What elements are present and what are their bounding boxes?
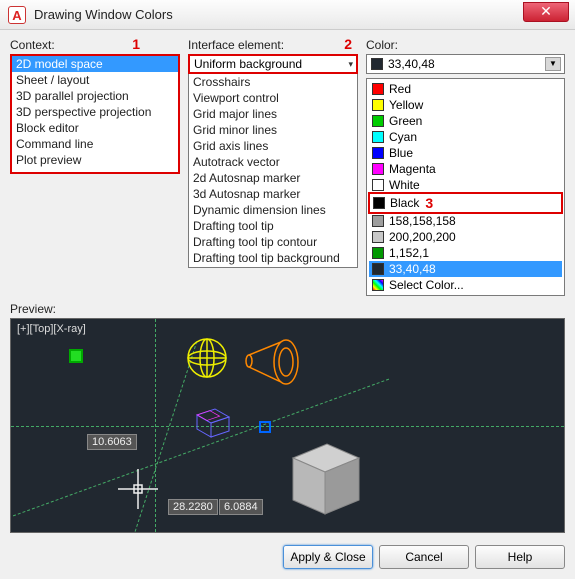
color-item[interactable]: 200,200,200 <box>369 229 562 245</box>
dimension-tag: 28.2280 <box>168 499 218 515</box>
interface-item[interactable]: Grid minor lines <box>189 122 357 138</box>
color-item-label: Black <box>390 196 419 210</box>
context-item[interactable]: 2D model space <box>12 56 178 72</box>
context-label: Context: <box>10 38 180 52</box>
color-item-label: 200,200,200 <box>389 230 456 244</box>
app-icon: A <box>8 6 26 24</box>
autosnap-marker-icon <box>69 349 83 363</box>
context-item[interactable]: Sheet / layout <box>12 72 178 88</box>
context-item[interactable]: 3D perspective projection <box>12 104 178 120</box>
color-swatch <box>372 83 384 95</box>
context-listbox[interactable]: 2D model spaceSheet / layout3D parallel … <box>10 54 180 174</box>
color-item[interactable]: Select Color... <box>369 277 562 293</box>
color-item[interactable]: Magenta <box>369 161 562 177</box>
color-swatch <box>372 231 384 243</box>
close-button[interactable]: ✕ <box>523 2 569 22</box>
dropdown-arrow-icon: ▾ <box>348 59 353 70</box>
interface-item[interactable]: Autotrack vector <box>189 154 357 170</box>
color-item[interactable]: 1,152,1 <box>369 245 562 261</box>
color-label: Color: <box>366 38 565 52</box>
sphere-wireframe-icon <box>186 337 228 379</box>
dimension-tag: 6.0884 <box>219 499 263 515</box>
interface-dropdown[interactable]: Uniform background ▾ <box>188 54 358 74</box>
color-swatch <box>372 179 384 191</box>
interface-item[interactable]: Drafting tool tip contour <box>189 234 357 250</box>
interface-item[interactable]: Grid axis lines <box>189 138 357 154</box>
color-swatch <box>372 131 384 143</box>
color-item-label: Cyan <box>389 130 417 144</box>
color-combobox[interactable]: 33,40,48 ▼ <box>366 54 565 74</box>
color-item[interactable]: Yellow <box>369 97 562 113</box>
shaded-cube-icon <box>281 434 371 524</box>
preview-label: Preview: <box>10 302 565 316</box>
context-item[interactable]: 3D parallel projection <box>12 88 178 104</box>
interface-item[interactable]: Drafting tool tip <box>189 218 357 234</box>
context-item[interactable]: Block editor <box>12 120 178 136</box>
interface-item[interactable]: Grid major lines <box>189 106 357 122</box>
crosshair-icon <box>118 469 158 509</box>
interface-label: Interface element: <box>188 38 358 52</box>
axis-line <box>11 426 564 427</box>
color-item-label: Yellow <box>389 98 423 112</box>
annotation-1: 1 <box>132 36 140 52</box>
color-item-label: Select Color... <box>389 278 464 292</box>
color-swatch <box>372 163 384 175</box>
interface-item[interactable]: 2d Autosnap marker <box>189 170 357 186</box>
color-swatch <box>372 263 384 275</box>
dialog-content: 1 Context: 2D model spaceSheet / layout3… <box>0 30 575 579</box>
color-swatch <box>372 279 384 291</box>
color-swatch <box>372 99 384 111</box>
preview-viewport: [+][Top][X-ray] <box>10 318 565 533</box>
titlebar: A Drawing Window Colors ✕ <box>0 0 575 30</box>
interface-item[interactable]: Dynamic dimension lines <box>189 202 357 218</box>
color-item[interactable]: White <box>369 177 562 193</box>
color-item-label: Blue <box>389 146 413 160</box>
interface-listbox[interactable]: CrosshairsViewport controlGrid major lin… <box>188 74 358 268</box>
current-color-text: 33,40,48 <box>388 57 435 71</box>
cone-wireframe-icon <box>241 337 301 387</box>
color-item[interactable]: Cyan <box>369 129 562 145</box>
context-item[interactable]: Command line <box>12 136 178 152</box>
interface-item[interactable]: Drafting tool tip background <box>189 250 357 266</box>
color-item-label: Magenta <box>389 162 436 176</box>
color-swatch <box>372 247 384 259</box>
color-swatch <box>373 197 385 209</box>
color-swatch <box>372 215 384 227</box>
current-color-swatch <box>371 58 383 70</box>
color-item[interactable]: 158,158,158 <box>369 213 562 229</box>
interface-item[interactable]: Control vertices hull <box>189 266 357 268</box>
color-item[interactable]: Black 3 <box>368 192 563 214</box>
color-item[interactable]: 33,40,48 <box>369 261 562 277</box>
color-list[interactable]: Red Yellow Green Cyan Blue Magenta White Black 3… <box>366 78 565 296</box>
apply-close-button[interactable]: Apply & Close <box>283 545 373 569</box>
button-row: Apply & Close Cancel Help <box>10 545 565 569</box>
color-item-label: 33,40,48 <box>389 262 436 276</box>
cancel-button[interactable]: Cancel <box>379 545 469 569</box>
selection-marker-icon <box>259 421 271 433</box>
color-item-label: White <box>389 178 420 192</box>
annotation-3: 3 <box>425 195 433 211</box>
color-item[interactable]: Green <box>369 113 562 129</box>
interface-item[interactable]: Crosshairs <box>189 74 357 90</box>
interface-item[interactable]: Viewport control <box>189 90 357 106</box>
interface-selected: Uniform background <box>194 57 302 71</box>
interface-item[interactable]: 3d Autosnap marker <box>189 186 357 202</box>
annotation-2: 2 <box>344 36 352 52</box>
color-swatch <box>372 147 384 159</box>
combo-arrow-icon[interactable]: ▼ <box>545 57 561 71</box>
color-item-label: 1,152,1 <box>389 246 429 260</box>
help-button[interactable]: Help <box>475 545 565 569</box>
color-item[interactable]: Red <box>369 81 562 97</box>
color-item[interactable]: Blue <box>369 145 562 161</box>
dimension-tag: 10.6063 <box>87 434 137 450</box>
color-item-label: Red <box>389 82 411 96</box>
color-item-label: Green <box>389 114 422 128</box>
color-item-label: 158,158,158 <box>389 214 456 228</box>
wireframe-box-icon <box>191 401 235 439</box>
window-title: Drawing Window Colors <box>34 7 173 22</box>
context-item[interactable]: Plot preview <box>12 152 178 168</box>
viewport-controls-text[interactable]: [+][Top][X-ray] <box>17 323 86 335</box>
color-swatch <box>372 115 384 127</box>
